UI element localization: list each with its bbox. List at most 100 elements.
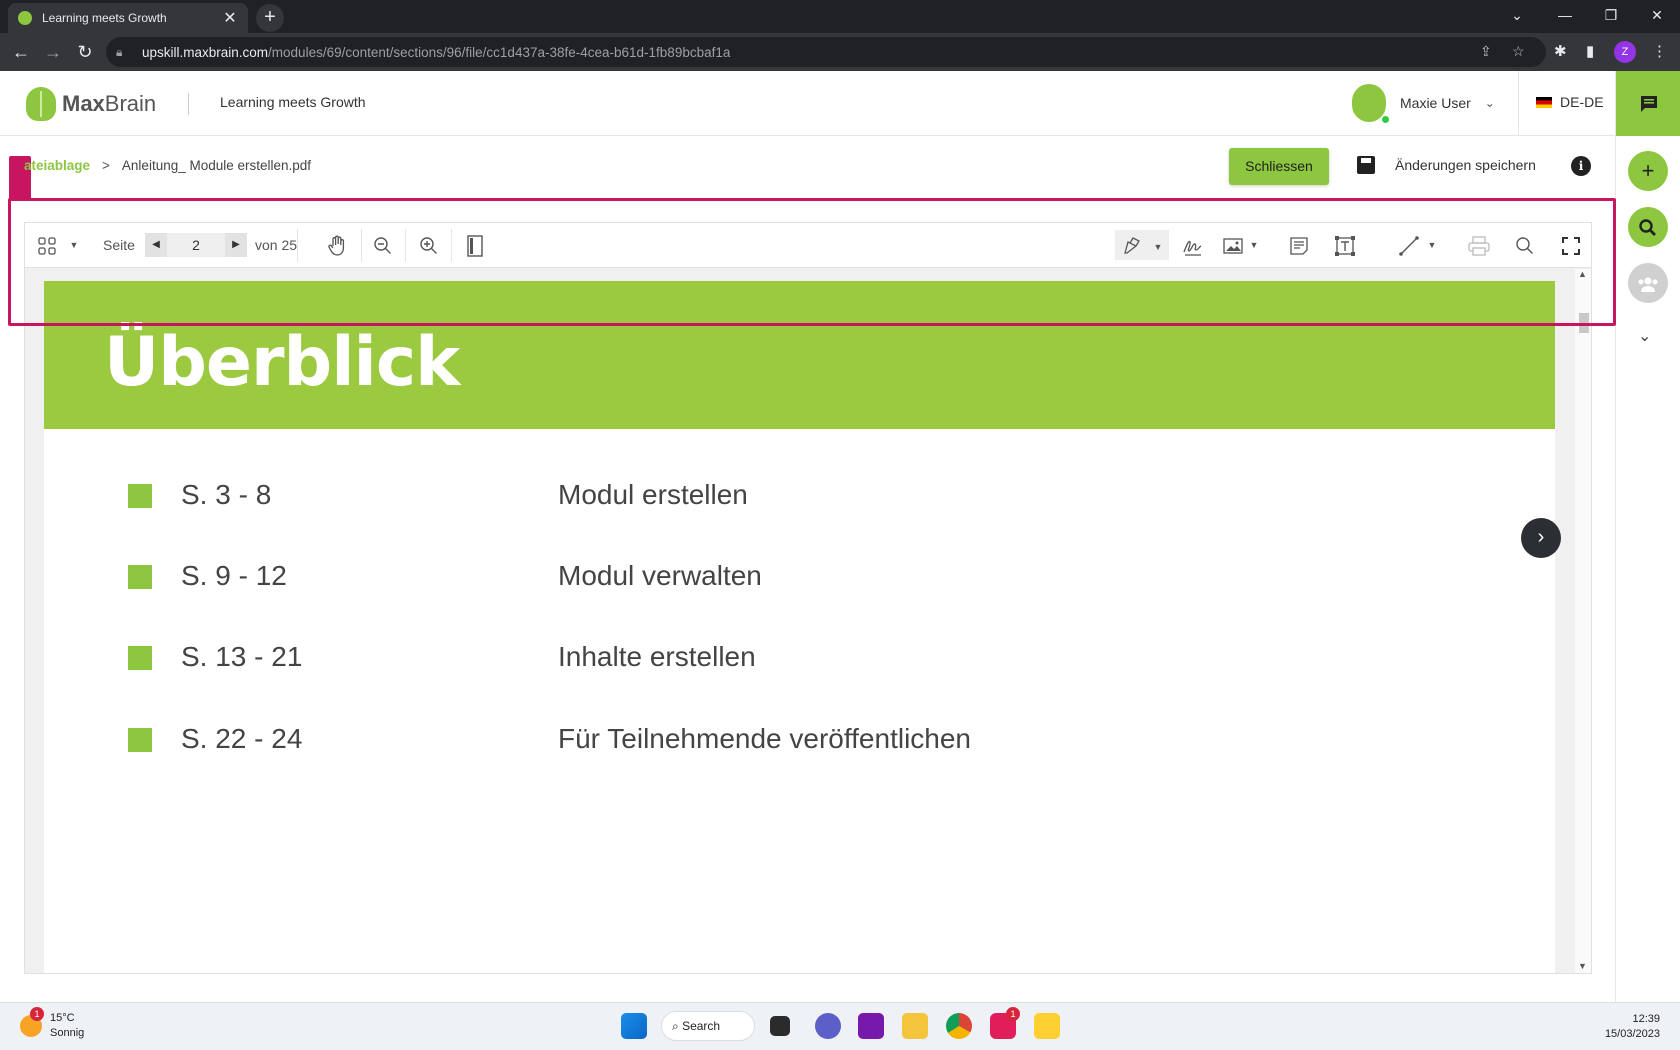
pdf-page-area[interactable]: Überblick S. 3 - 8 Modul erstellen S. 9 …	[25, 269, 1591, 973]
next-page-button[interactable]: ›	[1521, 518, 1561, 558]
breadcrumb-separator: >	[102, 158, 110, 173]
task-view-icon[interactable]	[770, 1016, 790, 1036]
weather-text: 15°C Sonnig	[50, 1011, 84, 1041]
breadcrumb: ateiablage > Anleitung_ Module erstellen…	[24, 158, 311, 173]
info-icon[interactable]: i	[1571, 156, 1591, 176]
window-close-icon[interactable]: ✕	[1634, 0, 1680, 33]
thumbnails-dropdown-icon[interactable]: ▼	[67, 233, 81, 257]
maxbrain-logo[interactable]: MaxBrain	[26, 87, 156, 121]
taskbar-search[interactable]: ⌕ Search	[661, 1011, 755, 1041]
row-pages: S. 9 - 12	[181, 560, 287, 591]
breadcrumb-current: Anleitung_ Module erstellen.pdf	[121, 158, 312, 173]
sun-icon: 1	[20, 1007, 44, 1037]
file-explorer-icon[interactable]	[902, 1013, 928, 1039]
bookmark-star-icon[interactable]: ☆	[1512, 43, 1525, 60]
browser-tab-bar: Learning meets Growth ✕ + ⌄ — ❐ ✕	[0, 0, 1680, 33]
scroll-up-icon[interactable]: ▲	[1578, 269, 1587, 279]
teams-chat-icon[interactable]	[815, 1013, 841, 1039]
note-icon[interactable]	[1287, 233, 1311, 257]
forward-icon[interactable]: →	[40, 39, 66, 65]
onenote-icon[interactable]	[858, 1013, 884, 1039]
weather-condition: Sonnig	[50, 1027, 85, 1039]
zoom-out-icon[interactable]	[371, 233, 395, 257]
tab-close-icon[interactable]: ✕	[222, 8, 238, 28]
tab-title: Learning meets Growth	[42, 11, 167, 25]
search-button[interactable]	[1628, 207, 1668, 247]
page-heading: Überblick	[104, 323, 460, 402]
chevron-down-icon: ⌄	[1484, 96, 1495, 110]
share-icon[interactable]: ⇪	[1480, 43, 1492, 60]
thumbnails-grid-icon[interactable]	[37, 233, 57, 257]
image-dropdown-icon[interactable]: ▼	[1247, 233, 1261, 257]
bullet-square	[128, 728, 152, 752]
line-icon[interactable]	[1397, 233, 1421, 257]
previous-page-icon[interactable]: ◀	[145, 233, 167, 257]
page-total: von 25	[255, 237, 298, 253]
image-icon[interactable]	[1221, 233, 1245, 257]
scroll-down-icon[interactable]: ▼	[1578, 961, 1587, 971]
windows-start-icon[interactable]	[621, 1013, 647, 1039]
system-clock[interactable]: 12:39 15/03/2023	[1584, 1012, 1660, 1042]
scroll-thumb[interactable]	[1579, 313, 1589, 333]
url-host: upskill.maxbrain.com	[142, 44, 269, 60]
page-fit-icon[interactable]	[463, 233, 487, 257]
vertical-scrollbar[interactable]: ▲ ▼	[1575, 269, 1591, 973]
rail-expand-chevron-icon[interactable]: ⌄	[1638, 326, 1651, 346]
chat-button[interactable]	[1616, 71, 1680, 136]
line-dropdown-icon[interactable]: ▼	[1425, 233, 1439, 257]
page-banner: Überblick	[44, 281, 1555, 429]
zoom-in-icon[interactable]	[417, 233, 441, 257]
slack-icon[interactable]: 1	[990, 1007, 1020, 1039]
add-button[interactable]: +	[1628, 151, 1668, 191]
overview-row: S. 13 - 21 Inhalte erstellen	[44, 636, 1555, 676]
header-divider	[188, 93, 189, 115]
print-icon[interactable]	[1467, 233, 1491, 257]
pen-tool-button[interactable]: ▼	[1115, 230, 1169, 260]
pdf-page: Überblick S. 3 - 8 Modul erstellen S. 9 …	[44, 281, 1555, 973]
viewer-toolbar: ▼ Seite ◀ 2 ▶ von 25 ▼ ▼ ▼	[25, 223, 1591, 268]
new-tab-button[interactable]: +	[256, 4, 284, 32]
logo-bold: Max	[62, 91, 105, 116]
back-icon[interactable]: ←	[8, 39, 34, 65]
tab-search-icon[interactable]: ⌄	[1494, 0, 1540, 33]
user-menu[interactable]: Maxie User ⌄	[1352, 84, 1495, 124]
people-icon	[1638, 277, 1658, 293]
menu-icon[interactable]: ⋮	[1652, 42, 1667, 60]
row-title: Modul verwalten	[558, 560, 762, 591]
miro-icon[interactable]	[1034, 1013, 1060, 1039]
toolbar-divider	[451, 229, 452, 262]
save-changes-button[interactable]: Änderungen speichern	[1357, 156, 1536, 174]
reload-icon[interactable]: ↻	[72, 39, 98, 65]
page-navigator: ◀ 2 ▶	[145, 233, 247, 257]
bullet-square	[128, 646, 152, 670]
fullscreen-icon[interactable]	[1559, 233, 1583, 257]
people-button[interactable]	[1628, 263, 1668, 303]
side-panel-icon[interactable]: ▮	[1586, 42, 1594, 60]
signature-icon[interactable]	[1181, 233, 1205, 257]
profile-avatar[interactable]: Z	[1614, 41, 1636, 63]
address-bar[interactable]: 🔒︎ upskill.maxbrain.com/modules/69/conte…	[106, 37, 1546, 67]
search-label: Search	[682, 1019, 721, 1033]
minimize-icon[interactable]: —	[1542, 0, 1588, 33]
weather-widget[interactable]: 1 15°C Sonnig	[20, 1007, 84, 1041]
browser-tab[interactable]: Learning meets Growth ✕	[8, 3, 248, 33]
page-number-input[interactable]: 2	[167, 237, 225, 253]
restore-icon[interactable]: ❐	[1588, 0, 1634, 33]
overview-row: S. 22 - 24 Für Teilnehmende veröffentlic…	[44, 718, 1555, 758]
chrome-icon[interactable]	[946, 1013, 972, 1039]
brain-logo-icon	[26, 87, 56, 121]
next-page-icon[interactable]: ▶	[225, 233, 247, 257]
german-flag-icon	[1536, 96, 1552, 108]
find-icon[interactable]	[1513, 233, 1537, 257]
extensions-icon[interactable]: ✱	[1554, 42, 1567, 60]
language-switcher[interactable]: DE-DE	[1536, 94, 1604, 110]
row-title: Modul erstellen	[558, 479, 748, 510]
weather-badge: 1	[30, 1007, 44, 1021]
breadcrumb-root-link[interactable]: ateiablage	[24, 158, 90, 173]
text-box-icon[interactable]	[1333, 233, 1357, 257]
chevron-right-icon: ›	[1537, 526, 1545, 548]
close-button[interactable]: Schliessen	[1229, 148, 1329, 185]
row-pages: S. 22 - 24	[181, 723, 303, 754]
hand-icon[interactable]	[325, 233, 349, 257]
clock-date: 15/03/2023	[1604, 1028, 1660, 1040]
